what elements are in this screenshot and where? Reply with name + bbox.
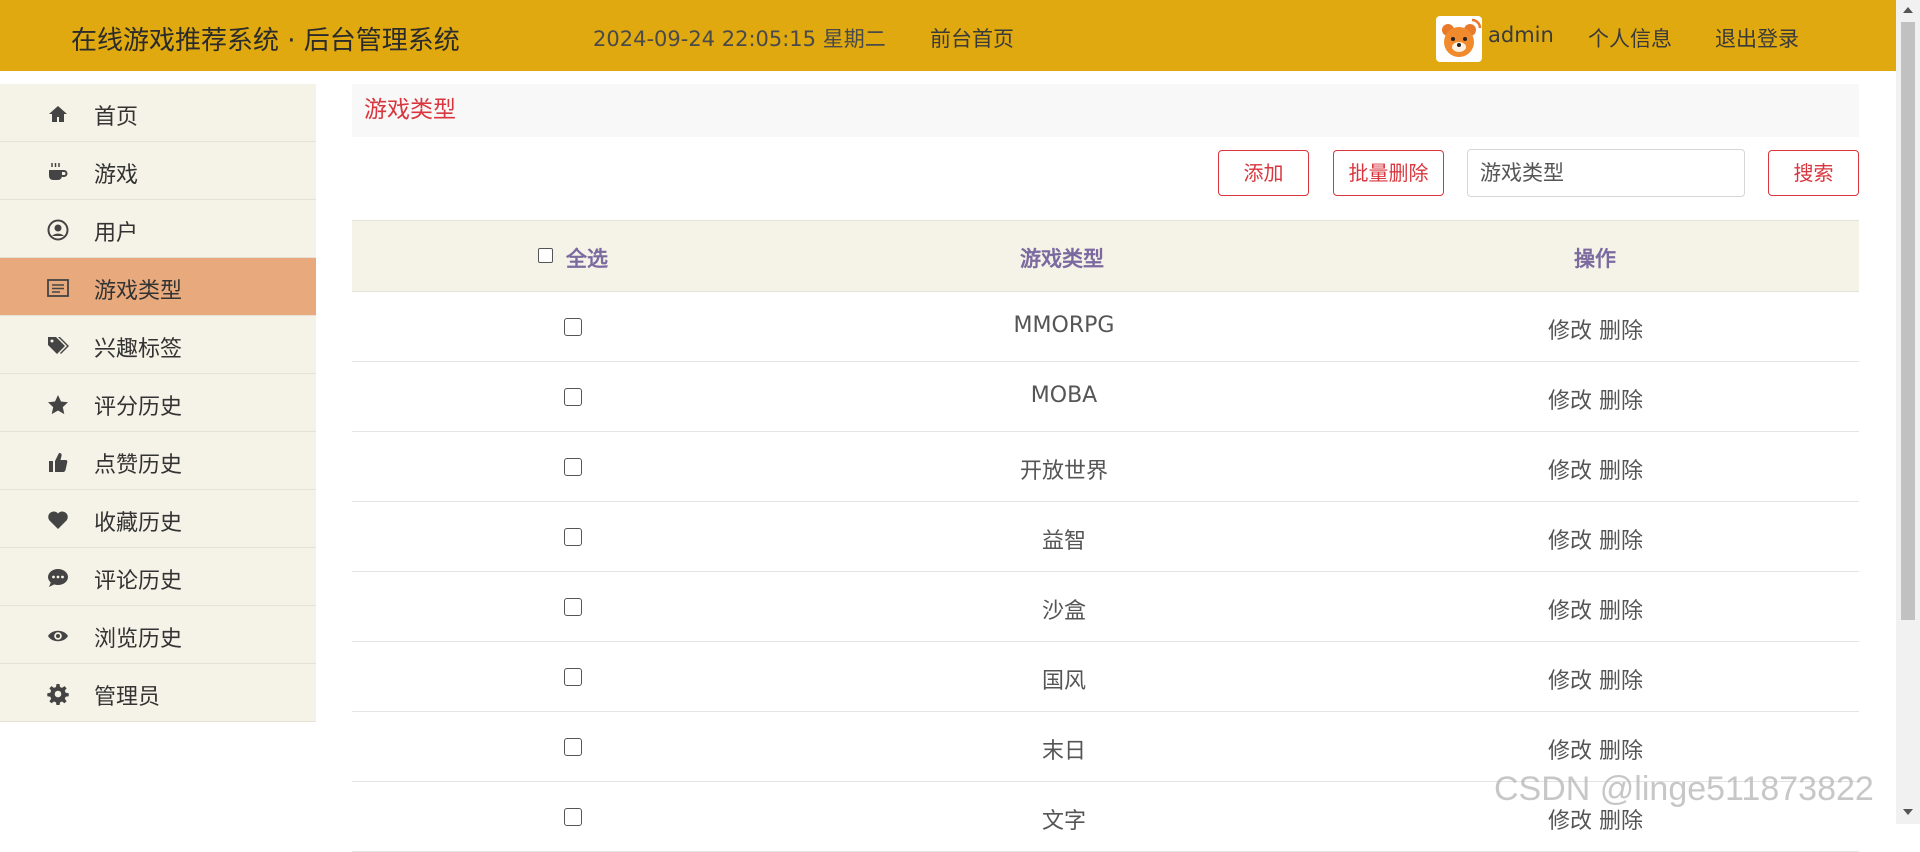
thumbs-up-icon: [47, 451, 69, 473]
sidebar-item-label: 评分历史: [94, 395, 183, 420]
sidebar-item-label: 用户: [94, 221, 139, 246]
sidebar-item-users[interactable]: 用户: [0, 200, 316, 258]
game-type-name: 益智: [1041, 529, 1086, 554]
heart-icon: [47, 509, 69, 531]
profile-link[interactable]: 个人信息: [1588, 23, 1672, 53]
gear-icon: [47, 683, 69, 705]
datetime-display: 2024-09-24 22:05:15 星期二: [593, 27, 886, 51]
game-type-name: MMORPG: [1013, 313, 1115, 338]
sidebar-item-interest-tags[interactable]: 兴趣标签: [0, 316, 316, 374]
game-type-header: 游戏类型: [1020, 247, 1104, 271]
logout-link[interactable]: 退出登录: [1715, 23, 1799, 53]
game-type-name: 末日: [1041, 739, 1086, 764]
sidebar-item-label: 兴趣标签: [94, 337, 183, 362]
sidebar-item-label: 游戏: [94, 163, 139, 188]
sidebar-item-games[interactable]: 游戏: [0, 142, 316, 200]
row-checkbox[interactable]: [564, 528, 582, 546]
sidebar: 首页 游戏 用户 游戏类型 兴趣标签 评分历史 点赞历史 收藏历史 评论历史 浏…: [0, 84, 316, 722]
sidebar-item-game-types[interactable]: 游戏类型: [0, 258, 316, 316]
add-button[interactable]: 添加: [1218, 150, 1309, 196]
sidebar-item-comment-history[interactable]: 评论历史: [0, 548, 316, 606]
home-icon: [47, 103, 69, 125]
row-checkbox[interactable]: [564, 388, 582, 406]
coffee-icon: [47, 161, 69, 183]
sidebar-item-label: 浏览历史: [94, 627, 183, 652]
list-icon: [47, 277, 69, 299]
table-row: MMORPG 修改 删除: [352, 292, 1859, 362]
comment-icon: [47, 567, 69, 589]
edit-link[interactable]: 修改: [1548, 529, 1592, 554]
edit-link[interactable]: 修改: [1548, 739, 1592, 764]
delete-link[interactable]: 删除: [1599, 529, 1643, 554]
scrollbar-thumb[interactable]: [1901, 22, 1915, 620]
sidebar-item-label: 收藏历史: [94, 511, 183, 536]
sidebar-item-browse-history[interactable]: 浏览历史: [0, 606, 316, 664]
main-content: 游戏类型 添加 批量删除 搜索 全选 游戏类型 操作 MMORPG 修改 删除 …: [352, 84, 1859, 852]
sidebar-item-label: 管理员: [94, 685, 161, 710]
sidebar-item-favorite-history[interactable]: 收藏历史: [0, 490, 316, 548]
table-row: 益智 修改 删除: [352, 502, 1859, 572]
row-checkbox[interactable]: [564, 668, 582, 686]
delete-link[interactable]: 删除: [1599, 389, 1643, 414]
row-checkbox[interactable]: [564, 598, 582, 616]
delete-link[interactable]: 删除: [1599, 459, 1643, 484]
table-row: MOBA 修改 删除: [352, 362, 1859, 432]
username-label: admin: [1488, 23, 1554, 47]
scroll-down-icon[interactable]: [1903, 809, 1913, 815]
search-input[interactable]: [1467, 149, 1745, 197]
batch-delete-button[interactable]: 批量删除: [1333, 150, 1444, 196]
watermark-text: CSDN @linge511873822: [1494, 770, 1874, 808]
game-type-name: 开放世界: [1019, 459, 1108, 484]
sidebar-item-admins[interactable]: 管理员: [0, 664, 316, 722]
edit-link[interactable]: 修改: [1548, 319, 1592, 344]
table-row: 沙盒 修改 删除: [352, 572, 1859, 642]
sidebar-item-home[interactable]: 首页: [0, 84, 316, 142]
actions-header: 操作: [1574, 247, 1616, 271]
bear-avatar-icon: [1436, 16, 1482, 62]
delete-link[interactable]: 删除: [1599, 669, 1643, 694]
user-circle-icon: [47, 219, 69, 241]
breadcrumb: 游戏类型: [352, 84, 1859, 137]
edit-link[interactable]: 修改: [1548, 809, 1592, 834]
game-types-table: 全选 游戏类型 操作 MMORPG 修改 删除 MOBA 修改 删除 开放世界 …: [352, 220, 1859, 852]
game-type-name: 文字: [1041, 809, 1086, 834]
row-checkbox[interactable]: [564, 738, 582, 756]
delete-link[interactable]: 删除: [1599, 319, 1643, 344]
scroll-up-icon[interactable]: [1903, 7, 1913, 13]
top-bar: 在线游戏推荐系统 · 后台管理系统 2024-09-24 22:05:15 星期…: [0, 0, 1896, 71]
table-header: 全选 游戏类型 操作: [352, 220, 1859, 292]
select-all-checkbox[interactable]: [538, 248, 553, 263]
table-row: 开放世界 修改 删除: [352, 432, 1859, 502]
sidebar-item-label: 游戏类型: [94, 279, 183, 304]
sidebar-item-like-history[interactable]: 点赞历史: [0, 432, 316, 490]
edit-link[interactable]: 修改: [1548, 669, 1592, 694]
delete-link[interactable]: 删除: [1599, 809, 1643, 834]
row-checkbox[interactable]: [564, 318, 582, 336]
row-checkbox[interactable]: [564, 808, 582, 826]
tags-icon: [47, 335, 69, 357]
game-type-name: 沙盒: [1041, 599, 1086, 624]
edit-link[interactable]: 修改: [1548, 389, 1592, 414]
delete-link[interactable]: 删除: [1599, 599, 1643, 624]
frontend-home-link[interactable]: 前台首页: [930, 23, 1014, 53]
edit-link[interactable]: 修改: [1548, 599, 1592, 624]
sidebar-item-label: 首页: [94, 105, 139, 130]
eye-icon: [47, 625, 69, 647]
star-icon: [47, 393, 69, 415]
game-type-name: 国风: [1041, 669, 1086, 694]
search-button[interactable]: 搜索: [1768, 150, 1859, 196]
sidebar-item-label: 评论历史: [94, 569, 183, 594]
table-row: 国风 修改 删除: [352, 642, 1859, 712]
page-scrollbar[interactable]: [1896, 0, 1920, 824]
game-type-name: MOBA: [1030, 383, 1098, 408]
sidebar-item-rating-history[interactable]: 评分历史: [0, 374, 316, 432]
select-all-label: 全选: [566, 247, 608, 271]
edit-link[interactable]: 修改: [1548, 459, 1592, 484]
app-title: 在线游戏推荐系统 · 后台管理系统: [71, 26, 460, 56]
delete-link[interactable]: 删除: [1599, 739, 1643, 764]
row-checkbox[interactable]: [564, 458, 582, 476]
sidebar-item-label: 点赞历史: [94, 453, 183, 478]
